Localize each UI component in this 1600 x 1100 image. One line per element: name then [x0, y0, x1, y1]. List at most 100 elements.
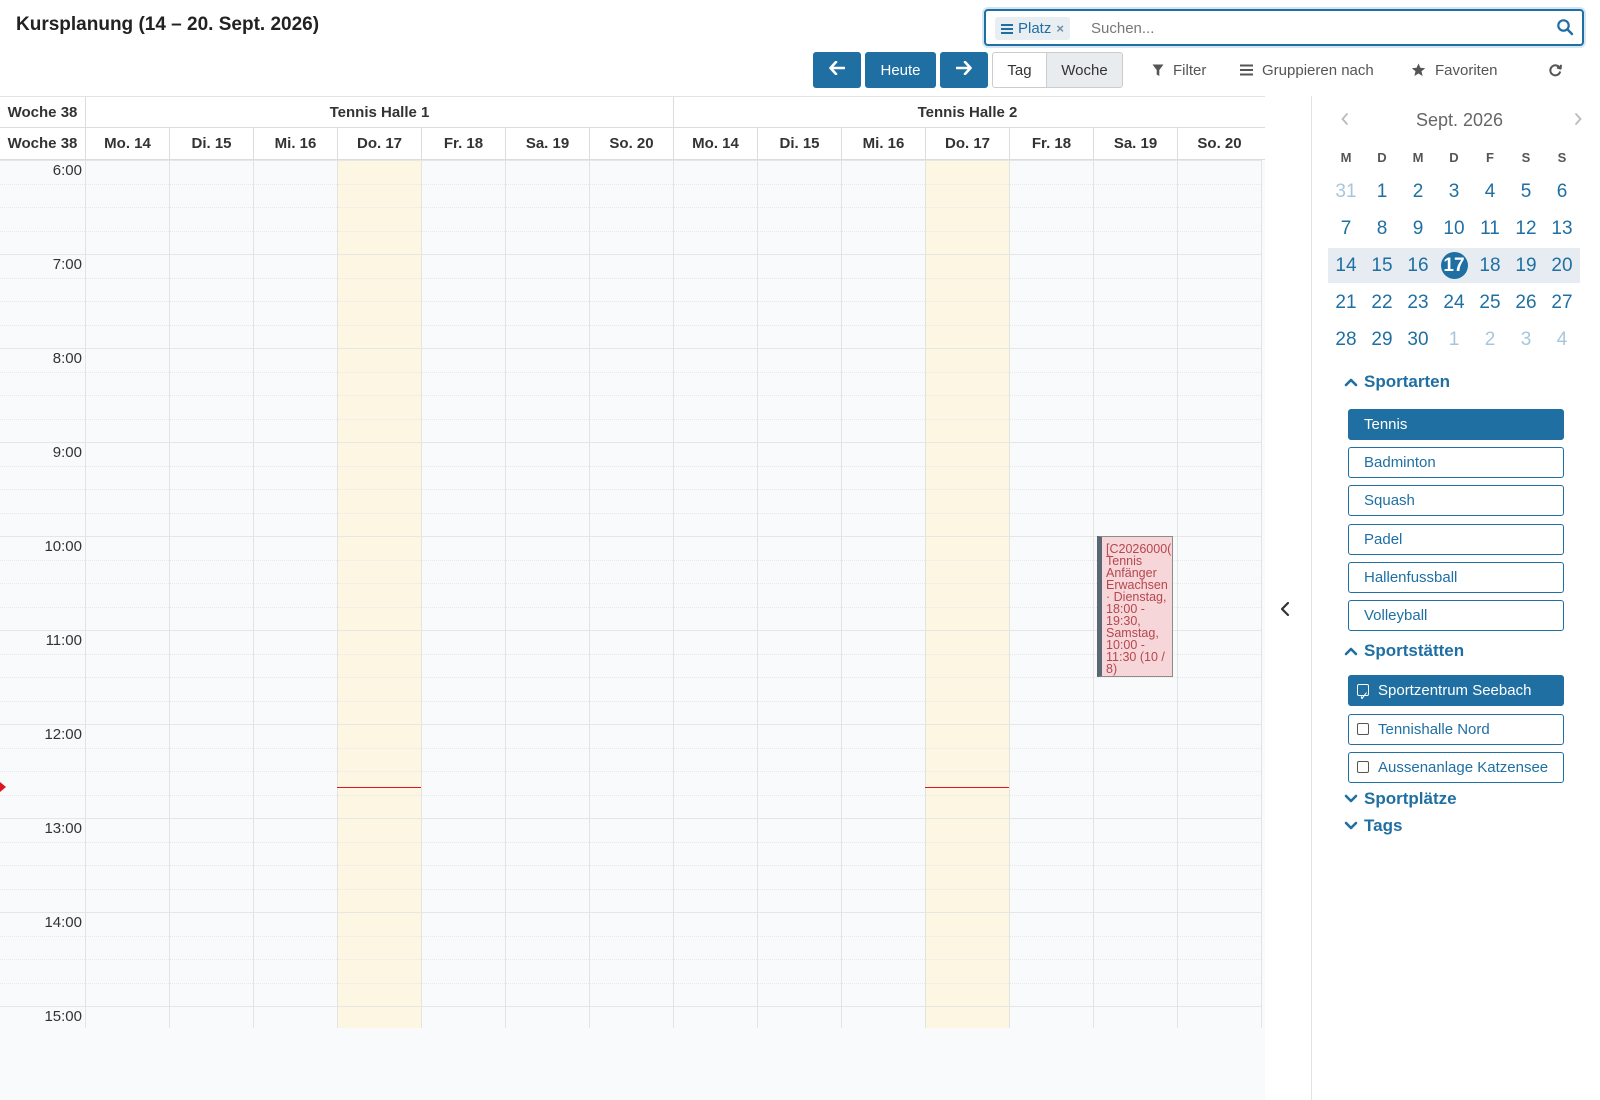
- mini-calendar-day[interactable]: 26: [1508, 285, 1544, 320]
- mini-calendar-day[interactable]: 8: [1364, 211, 1400, 246]
- mini-calendar-day[interactable]: 4: [1472, 174, 1508, 209]
- facet-remove-icon[interactable]: ×: [1056, 17, 1064, 40]
- mini-calendar-day[interactable]: 1: [1364, 174, 1400, 209]
- mini-calendar-day[interactable]: 18: [1472, 248, 1508, 283]
- checkbox-icon[interactable]: [1357, 761, 1369, 773]
- day-header-row: Woche 38 Mo. 14 Di. 15 Mi. 16 Do. 17 Fr. 18 Sa…: [0, 128, 1265, 160]
- mini-calendar-day[interactable]: 17: [1436, 248, 1472, 283]
- chevron-right-icon[interactable]: [1573, 112, 1585, 128]
- collapse-sidebar-button[interactable]: [1278, 600, 1294, 620]
- mini-calendar-day[interactable]: 2: [1400, 174, 1436, 209]
- mini-calendar-day[interactable]: 25: [1472, 285, 1508, 320]
- sport-filter-chip[interactable]: Hallenfussball: [1348, 561, 1564, 593]
- day-header[interactable]: Di. 15: [169, 128, 253, 159]
- calendar-event[interactable]: [C2026000( Tennis Anfänger Erwachsen · D…: [1097, 536, 1173, 677]
- day-header[interactable]: So. 20: [589, 128, 673, 159]
- day-header[interactable]: Fr. 18: [421, 128, 505, 159]
- mini-calendar-day[interactable]: 23: [1400, 285, 1436, 320]
- mini-calendar-day[interactable]: 19: [1508, 248, 1544, 283]
- time-grid[interactable]: 6:00 7:00 8:00 9:00 10:00 11:00 12:00 13:00 14:0…: [0, 160, 1265, 1028]
- mini-calendar-day[interactable]: 30: [1400, 322, 1436, 357]
- mini-calendar-day[interactable]: 10: [1436, 211, 1472, 246]
- mini-calendar-day[interactable]: 3: [1436, 174, 1472, 209]
- search-bar[interactable]: Platz ×: [984, 9, 1584, 46]
- day-column[interactable]: [673, 160, 757, 1028]
- mini-calendar-day[interactable]: 6: [1544, 174, 1580, 209]
- mini-calendar-day[interactable]: 20: [1544, 248, 1580, 283]
- venue-filter-chip[interactable]: Tennishalle Nord: [1348, 713, 1564, 745]
- venue-filter-chip[interactable]: ✓ Sportzentrum Seebach: [1348, 675, 1564, 706]
- today-button[interactable]: Heute: [865, 52, 936, 88]
- day-header[interactable]: Sa. 19: [1093, 128, 1177, 159]
- day-header[interactable]: Do. 17: [337, 128, 421, 159]
- day-header[interactable]: Mi. 16: [841, 128, 925, 159]
- day-column[interactable]: [1009, 160, 1093, 1028]
- day-column[interactable]: [1177, 160, 1261, 1028]
- mini-calendar-day[interactable]: 14: [1328, 248, 1364, 283]
- search-input[interactable]: [1091, 15, 1531, 42]
- mini-calendar-day[interactable]: 13: [1544, 211, 1580, 246]
- quarter-line: [0, 489, 1261, 490]
- mini-calendar-day[interactable]: 7: [1328, 211, 1364, 246]
- search-facet[interactable]: Platz ×: [995, 17, 1070, 40]
- mini-calendar-day[interactable]: 27: [1544, 285, 1580, 320]
- day-header[interactable]: Mo. 14: [85, 128, 169, 159]
- previous-button[interactable]: [813, 52, 861, 88]
- day-column[interactable]: [85, 160, 169, 1028]
- week-view-button[interactable]: Woche: [1046, 52, 1123, 88]
- hour-line: [0, 818, 1261, 819]
- section-sportarten-toggle[interactable]: Sportarten: [1344, 372, 1450, 392]
- mini-calendar-day[interactable]: 31: [1328, 174, 1364, 209]
- mini-calendar-day[interactable]: 15: [1364, 248, 1400, 283]
- mini-calendar-day[interactable]: 16: [1400, 248, 1436, 283]
- mini-calendar-day[interactable]: 5: [1508, 174, 1544, 209]
- checkbox-icon[interactable]: [1357, 722, 1369, 735]
- mini-calendar-day[interactable]: 11: [1472, 211, 1508, 246]
- sport-filter-chip[interactable]: Volleyball: [1348, 600, 1564, 631]
- day-column[interactable]: [925, 160, 1009, 1028]
- day-column[interactable]: [169, 160, 253, 1028]
- mini-calendar-day[interactable]: 12: [1508, 211, 1544, 246]
- day-header[interactable]: So. 20: [1177, 128, 1261, 159]
- mini-calendar-day[interactable]: 9: [1400, 211, 1436, 246]
- search-icon[interactable]: [1556, 18, 1576, 38]
- day-view-button[interactable]: Tag: [992, 52, 1047, 88]
- checkbox-checked-icon[interactable]: ✓: [1357, 684, 1369, 703]
- day-header[interactable]: Mi. 16: [253, 128, 337, 159]
- day-column[interactable]: [421, 160, 505, 1028]
- mini-calendar-day[interactable]: 28: [1328, 322, 1364, 357]
- day-header[interactable]: Sa. 19: [505, 128, 589, 159]
- day-column[interactable]: [337, 160, 421, 1028]
- section-tags-toggle[interactable]: Tags: [1344, 816, 1402, 836]
- mini-calendar-day[interactable]: 1: [1436, 322, 1472, 357]
- day-header[interactable]: Di. 15: [757, 128, 841, 159]
- section-sportstaetten-toggle[interactable]: Sportstätten: [1344, 641, 1464, 661]
- sport-filter-chip[interactable]: Badminton: [1348, 447, 1564, 479]
- day-column[interactable]: [505, 160, 589, 1028]
- mini-calendar-day[interactable]: 2: [1472, 322, 1508, 357]
- day-header[interactable]: Fr. 18: [1009, 128, 1093, 159]
- day-column[interactable]: [589, 160, 673, 1028]
- day-header[interactable]: Do. 17: [925, 128, 1009, 159]
- section-sportplaetze-toggle[interactable]: Sportplätze: [1344, 789, 1457, 809]
- mini-calendar-day[interactable]: 29: [1364, 322, 1400, 357]
- refresh-button[interactable]: [1548, 52, 1562, 88]
- venue-filter-chip[interactable]: Aussenanlage Katzensee: [1348, 752, 1564, 783]
- mini-calendar-day[interactable]: 21: [1328, 285, 1364, 320]
- day-header[interactable]: Mo. 14: [673, 128, 757, 159]
- day-column[interactable]: [253, 160, 337, 1028]
- mini-calendar-day[interactable]: 4: [1544, 322, 1580, 357]
- mini-calendar-day[interactable]: 3: [1508, 322, 1544, 357]
- group-by-button[interactable]: Gruppieren nach: [1240, 52, 1374, 88]
- week-number-label: Woche 38: [7, 103, 78, 121]
- filter-button[interactable]: Filter: [1152, 52, 1206, 88]
- sport-filter-chip[interactable]: Tennis: [1348, 409, 1564, 440]
- day-column[interactable]: [757, 160, 841, 1028]
- day-column[interactable]: [841, 160, 925, 1028]
- sport-filter-chip[interactable]: Padel: [1348, 523, 1564, 555]
- favorites-button[interactable]: Favoriten: [1411, 52, 1498, 88]
- sport-filter-chip[interactable]: Squash: [1348, 485, 1564, 517]
- mini-calendar-day[interactable]: 22: [1364, 285, 1400, 320]
- next-button[interactable]: [940, 52, 988, 88]
- mini-calendar-day[interactable]: 24: [1436, 285, 1472, 320]
